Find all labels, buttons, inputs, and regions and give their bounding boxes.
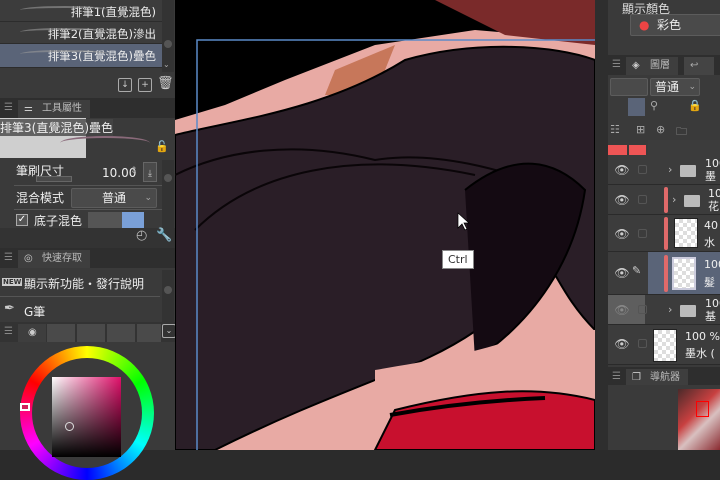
layer-thumbnail xyxy=(674,218,698,248)
underlying-color-row: ✓ 底子混色 xyxy=(14,210,162,228)
size-preset-button[interactable]: ⤓ xyxy=(143,162,157,182)
quick-access-icon: ◎ xyxy=(24,253,33,264)
eye-icon[interactable]: 👁 xyxy=(612,163,632,177)
ctrl-tooltip: Ctrl xyxy=(442,250,474,269)
tab-quick-access[interactable]: ◎ 快速存取 xyxy=(18,250,90,268)
new-raster-layer-icon[interactable]: ⊞ xyxy=(636,123,645,136)
underlying-color-checkbox[interactable]: ✓ xyxy=(16,214,28,226)
blend-mode-select[interactable]: 普通 ⌄ xyxy=(71,188,157,208)
right-panel: 顯示顏色 ●彩色 ☰ ◈圖層 ↩ 普通⌄ ⚲ 🔒 ☷ ⊞ ⊕ 🗀 👁 › 100… xyxy=(608,0,720,450)
brush-size-row: 筆刷尺寸 10.00 ⇕ ⤓ xyxy=(14,160,162,186)
quick-item-new-features[interactable]: NEW 顯示新功能・發行說明 xyxy=(0,270,160,297)
layer-settings-icon[interactable]: ☷ xyxy=(610,123,620,136)
tabs-dropdown-icon[interactable]: ⌄ xyxy=(162,324,176,338)
layer-thumbnail xyxy=(653,329,677,362)
blend-mode-row: 混合模式 普通 ⌄ xyxy=(14,187,162,210)
brush-size-slider[interactable] xyxy=(36,176,72,182)
draft-layer-icon[interactable]: ⚲ xyxy=(650,99,658,112)
navigator-preview[interactable] xyxy=(678,389,720,450)
trash-icon[interactable]: 🗑 xyxy=(157,77,174,92)
tab-color-set[interactable] xyxy=(77,324,105,342)
tab-history[interactable]: ↩ xyxy=(684,57,714,75)
brush-list-scrollbar[interactable]: ⌄ xyxy=(162,0,174,72)
folder-icon xyxy=(680,305,696,317)
left-panel: 排筆1(直覺混色) 排筆2(直覺混色)滲出 排筆3(直覺混色)疊色 ⌄ ↓ + … xyxy=(0,0,176,480)
layer-blend-select[interactable]: 普通 ⌄ xyxy=(650,78,700,96)
display-color-select[interactable]: ● 彩色 xyxy=(630,14,720,36)
tab-tool-property[interactable]: ⚌ 工具屬性 xyxy=(18,100,90,118)
menu-icon[interactable]: ☰ xyxy=(4,252,13,263)
hue-marker[interactable] xyxy=(20,403,30,411)
duplicate-icon[interactable]: + xyxy=(138,78,152,92)
tab-color-slider[interactable] xyxy=(47,324,75,342)
reference-layer-icon[interactable] xyxy=(628,98,645,116)
folder-icon xyxy=(680,165,696,177)
eye-icon[interactable]: 👁 xyxy=(612,266,632,280)
new-icon: NEW xyxy=(2,278,23,286)
color-mode-icon: ● xyxy=(639,18,650,32)
layer-row[interactable]: 👁 40 水 xyxy=(608,215,720,252)
tab-intermediate-color[interactable] xyxy=(107,324,135,342)
menu-icon[interactable]: ☰ xyxy=(612,59,621,70)
quick-access-scrollbar[interactable] xyxy=(162,270,174,322)
folder-icon xyxy=(684,195,700,207)
menu-icon[interactable]: ☰ xyxy=(612,371,621,382)
wrench-icon[interactable]: 🔧 xyxy=(156,228,172,243)
layers-icon: ◈ xyxy=(632,60,640,71)
artwork xyxy=(175,0,595,450)
saturation-value-square[interactable] xyxy=(52,377,121,457)
eye-icon[interactable]: 👁 xyxy=(612,193,632,207)
eye-icon[interactable]: 👁 xyxy=(612,337,632,351)
layer-color-select[interactable] xyxy=(610,78,648,96)
brush-item[interactable]: 排筆1(直覺混色) xyxy=(0,0,162,22)
pen-icon: ✒ xyxy=(4,301,15,316)
panel-divider[interactable] xyxy=(595,0,608,450)
tab-approx-color[interactable] xyxy=(137,324,161,342)
eye-icon[interactable]: 👁 xyxy=(612,227,632,241)
mix-mode-buttons[interactable] xyxy=(88,212,144,228)
spinner-icon[interactable]: ⇕ xyxy=(130,160,138,182)
new-vector-layer-icon[interactable]: ⊕ xyxy=(656,123,665,136)
layer-row-selected[interactable]: 👁✎ 100髮 xyxy=(608,252,720,295)
property-scrollbar[interactable] xyxy=(162,160,174,228)
pencil-icon: ✎ xyxy=(632,264,642,277)
lock-icon[interactable]: 🔒 xyxy=(688,99,702,112)
menu-icon[interactable]: ☰ xyxy=(4,326,13,337)
quick-item-g-pen[interactable]: ✒ G筆 xyxy=(0,298,160,322)
sliders-icon: ⚌ xyxy=(24,103,33,114)
brush-item[interactable]: 排筆2(直覺混色)滲出 xyxy=(0,22,162,44)
tab-layer[interactable]: ◈ 圖層 xyxy=(626,57,678,75)
layer-thumbnail xyxy=(672,257,696,290)
layer-row[interactable]: 👁 › 100墨 xyxy=(608,155,720,185)
brush-preview: 排筆3(直覺混色)疊色 🔓 xyxy=(0,118,175,158)
expand-icon: › xyxy=(668,163,673,176)
layer-row[interactable]: 👁 100 % 墨水 ( xyxy=(608,325,720,365)
layer-row[interactable]: 👁 › 100花 xyxy=(608,185,720,215)
tab-color-wheel[interactable]: ◉ xyxy=(18,324,46,342)
lock-icon[interactable]: 🔓 xyxy=(155,140,169,153)
clock-icon[interactable]: ◴ xyxy=(136,228,147,243)
import-icon[interactable]: ↓ xyxy=(118,78,132,92)
expand-icon: › xyxy=(668,303,673,316)
canvas[interactable]: Ctrl xyxy=(175,0,595,450)
eye-icon[interactable]: 👁 xyxy=(612,303,632,317)
brush-item-selected[interactable]: 排筆3(直覺混色)疊色 xyxy=(0,44,162,68)
layer-row[interactable]: 👁 › 100基 xyxy=(608,295,720,325)
brush-name: 排筆3(直覺混色)疊色 xyxy=(0,119,113,136)
expand-icon: › xyxy=(672,193,677,206)
menu-icon[interactable]: ☰ xyxy=(4,102,13,113)
